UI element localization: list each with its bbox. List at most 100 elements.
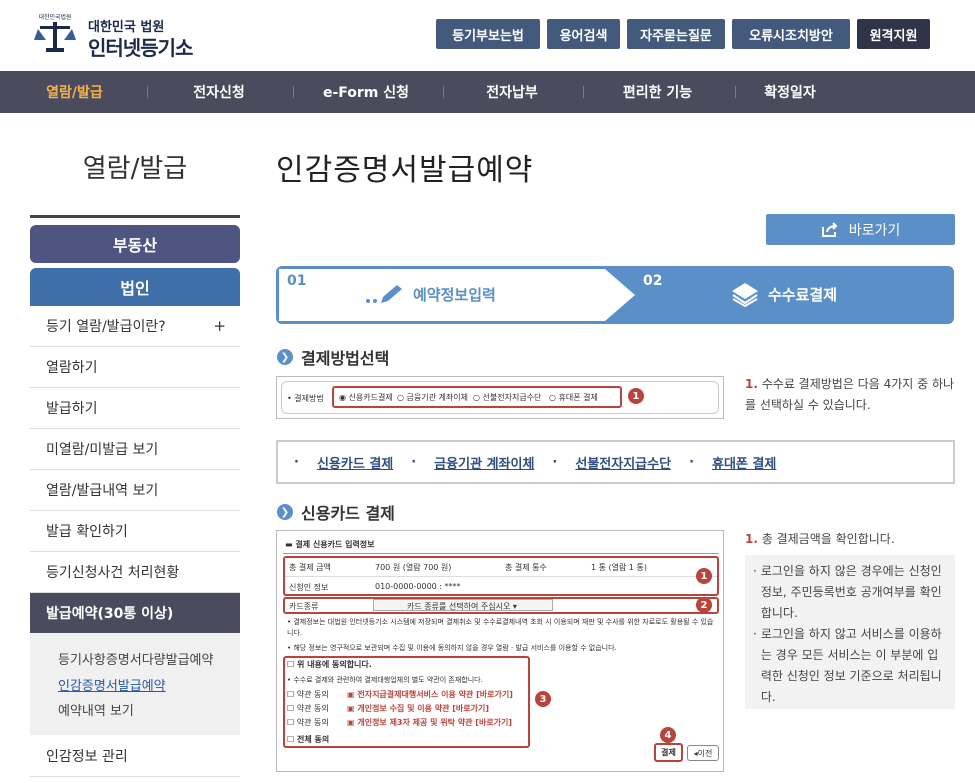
agree-row-1: ☐ 약관 동의 [287, 690, 329, 699]
sidebar-item-label: 미열람/미발급 보기 [46, 442, 159, 458]
sidebar-item-reservation[interactable]: 발급예약(30통 이상) [30, 593, 240, 633]
nav-divider [583, 86, 584, 98]
card-payment-example: ▬ 결제 신용카드 입력정보 총 결제 금액 700 원 (열람 700 원) … [276, 530, 724, 772]
bullet: · [689, 454, 695, 470]
nav-divider [443, 86, 444, 98]
pay-button-example: 결제 [654, 743, 683, 762]
prev-button-example: ◂ 이전 [687, 745, 719, 761]
link-bank[interactable]: 금융기관 계좌이체 [434, 453, 534, 472]
radio-bank: ○ 금융기관 계좌이체 [397, 393, 468, 402]
sidebar-corporation-button[interactable]: 법인 [30, 268, 240, 306]
sidebar-item-label: 발급 확인하기 [46, 524, 128, 540]
shortcut-label: 바로가기 [848, 222, 901, 239]
agree-row-3: ☐ 약관 동의 [287, 718, 329, 727]
payment-links: · 신용카드 결제 · 금융기관 계좌이체 · 선불전자지급수단 · 휴대폰 결제 [276, 440, 955, 484]
remote-support-button[interactable]: 원격지원 [857, 19, 930, 49]
plus-icon: + [213, 317, 226, 335]
link-phone[interactable]: 휴대폰 결제 [712, 453, 776, 472]
pencil-icon [366, 285, 402, 303]
faq-button[interactable]: 자주묻는질문 [627, 19, 725, 49]
share-icon [821, 221, 838, 237]
sidebar-item-issue[interactable]: 발급하기 [30, 388, 240, 429]
nav-divider [735, 86, 736, 98]
court-emblem-icon: 대한민국법원 [34, 13, 76, 52]
nav-e-payment[interactable]: 전자납부 [462, 71, 562, 113]
step2: 수수료결제 [730, 281, 837, 307]
sidebar-item-history[interactable]: 열람/발급내역 보기 [30, 470, 240, 511]
money-icon [732, 283, 758, 307]
sidebar-item-label: 열람/발급내역 보기 [46, 483, 159, 499]
sidebar-item-label: 등기 열람/발급이란? [46, 319, 166, 335]
submenu-seal-reservation[interactable]: 인감증명서발급예약 [58, 675, 166, 694]
sidebar-real-estate-button[interactable]: 부동산 [30, 225, 240, 263]
note-item: · 로그인을 하지 않은 경우에는 신청인 정보, 주민등록번호 공개여부를 확인… [753, 564, 942, 620]
agree-notice: • 수수료 결제와 관련하여 결제대행업체의 별도 약관이 존재합니다. [287, 676, 483, 684]
sidebar-item-label: 열람하기 [46, 360, 98, 376]
logo-arc-text: 대한민국법원 [38, 13, 71, 21]
nav-view-issue[interactable]: 열람/발급 [22, 71, 127, 113]
notice-2: • 해당 정보는 영구적으로 보관되며 수집 및 이용에 동의하지 않을 경우 … [287, 644, 617, 652]
desc-card-payment: 1. 총 결제금액을 확인합니다. [745, 529, 960, 550]
radio-prepaid: ○ 선불전자지급수단 [473, 393, 542, 402]
step1-label: 예약정보입력 [413, 285, 496, 304]
sidebar-title: 열람/발급 [82, 154, 188, 184]
nav-convenient[interactable]: 편리한 기능 [600, 71, 715, 113]
step1: 예약정보입력 [365, 283, 496, 305]
sidebar-submenu: 등기사항증명서다량발급예약 인감증명서발급예약 예약내역 보기 [30, 633, 240, 735]
term-search-button[interactable]: 용어검색 [547, 19, 620, 49]
progress-steps: 01 예약정보입력 02 수수료결제 [275, 265, 955, 325]
error-help-button[interactable]: 오류시조치방안 [732, 19, 850, 49]
form-title: ▬ 결제 신용카드 입력정보 [285, 540, 375, 549]
marker-3: 3 [535, 691, 551, 707]
submenu-bulk-reservation[interactable]: 등기사항증명서다량발급예약 [58, 649, 213, 668]
section-payment-method: ❯ 결제방법선택 [277, 345, 389, 369]
sidebar-item-status[interactable]: 등기신청사건 처리현황 [30, 552, 240, 593]
submenu-reservation-history[interactable]: 예약내역 보기 [58, 700, 134, 719]
section-title: 결제방법선택 [301, 349, 390, 368]
bullet: · [552, 454, 558, 470]
marker-1: 1 [696, 568, 712, 584]
page-title: 인감증명서발급예약 [276, 153, 534, 188]
agree-all: ☐ 전체 동의 [287, 735, 330, 744]
sidebar-item-label: 발급하기 [46, 401, 98, 417]
section-credit-card: ❯ 신용카드 결제 [277, 500, 395, 524]
sidebar-item-view[interactable]: 열람하기 [30, 347, 240, 388]
payment-method-example: • 결제방법 ◉ 신용카드결제 ○ 금융기관 계좌이체 ○ 선불전자지급수단 ○… [276, 376, 724, 419]
sidebar-item-label: 발급예약(30통 이상) [46, 606, 174, 622]
register-guide-button[interactable]: 등기부보는법 [436, 19, 540, 49]
desc-number: 1. [745, 532, 758, 546]
marker-2: 2 [696, 597, 712, 613]
logo-title: 인터넷등기소 [88, 36, 193, 60]
link-prepaid[interactable]: 선불전자지급수단 [575, 453, 671, 472]
shortcut-button[interactable]: 바로가기 [766, 214, 955, 245]
step2-label: 수수료결제 [768, 285, 838, 304]
bullet: · [411, 454, 417, 470]
highlight-box [283, 556, 719, 596]
nav-eform[interactable]: e-Form 신청 [310, 71, 422, 113]
note-item: · 로그인을 하지 않고 서비스를 이용하는 경우 모든 서비스는 이 부분에 입… [753, 627, 942, 704]
sidebar-item-verify[interactable]: 발급 확인하기 [30, 511, 240, 552]
desc-text: 총 결제금액을 확인합니다. [761, 532, 895, 546]
link-card[interactable]: 신용카드 결제 [317, 453, 393, 472]
agree-link-2: ▣ 개인정보 수집 및 이용 약관 [바로가기] [347, 704, 489, 713]
agree-link-1: ▣ 전자지급결제대행서비스 이용 약관 [바로가기] [347, 690, 513, 699]
marker-1: 1 [628, 388, 644, 404]
agree-row-2: ☐ 약관 동의 [287, 704, 329, 713]
notice-1: • 결제정보는 대법원 인터넷등기소 시스템에 저장되며 결제취소 및 수수료결… [287, 618, 714, 637]
nav-divider [293, 86, 294, 98]
site-logo[interactable]: 대한민국법원 대한민국 법원 인터넷등기소 [30, 10, 210, 60]
sidebar-item-about[interactable]: 등기 열람/발급이란? + [30, 306, 240, 347]
sidebar-item-label: 등기신청사건 처리현황 [46, 565, 180, 581]
nav-e-application[interactable]: 전자신청 [168, 71, 270, 113]
section-title: 신용카드 결제 [301, 504, 395, 523]
agree-link-3: ▣ 개인정보 제3자 제공 및 위탁 약관 [바로가기] [347, 718, 513, 727]
sidebar-divider [30, 215, 240, 218]
chevron-right-icon: ❯ [277, 504, 293, 520]
sidebar-item-seal-info[interactable]: 인감정보 관리 [30, 736, 240, 777]
nav-fixed-date[interactable]: 확정일자 [740, 71, 840, 113]
sidebar-item-unviewed[interactable]: 미열람/미발급 보기 [30, 429, 240, 470]
marker-4: 4 [660, 727, 676, 743]
highlight-box [283, 597, 719, 614]
step1-number: 01 [287, 273, 307, 289]
desc-payment-method: 1. 수수료 결제방법은 다음 4가지 중 하나를 선택하실 수 있습니다. [745, 374, 960, 416]
